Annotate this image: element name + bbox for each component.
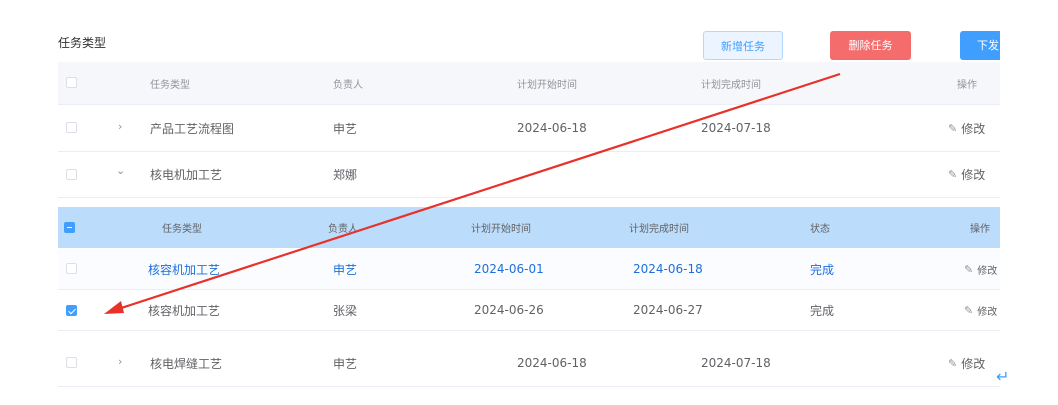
annotation-arrow-head bbox=[104, 301, 124, 314]
annotation-arrow bbox=[104, 72, 841, 314]
annotation-arrow-line bbox=[111, 72, 841, 313]
